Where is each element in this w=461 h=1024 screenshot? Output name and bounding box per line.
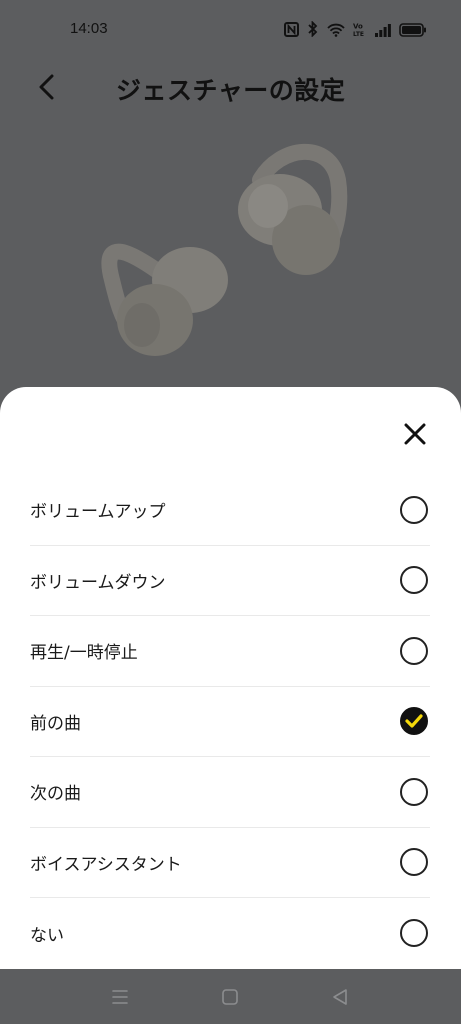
page-title: ジェスチャーの設定 xyxy=(116,76,346,105)
option-row[interactable]: 次の曲 xyxy=(30,757,430,828)
check-icon xyxy=(405,714,423,728)
nav-menu-button[interactable] xyxy=(108,985,132,1009)
radio-button[interactable] xyxy=(400,707,428,736)
radio-button[interactable] xyxy=(400,777,428,806)
close-icon xyxy=(404,423,426,445)
option-label: 再生/一時停止 xyxy=(30,643,138,664)
option-row[interactable]: 再生/一時停止 xyxy=(30,616,430,687)
radio-button[interactable] xyxy=(400,495,428,524)
svg-text:LTE: LTE xyxy=(353,31,364,37)
wifi-icon xyxy=(327,22,345,41)
signal-icon xyxy=(375,22,391,41)
left-earbud xyxy=(101,243,228,356)
earbuds-image xyxy=(101,143,348,356)
system-nav-bar xyxy=(0,969,461,1024)
close-button[interactable] xyxy=(400,419,430,449)
gesture-options-sheet: ボリュームアップ ボリュームダウン 再生/一時停止 前の曲 次の曲 ボイスアシス… xyxy=(0,387,461,969)
option-list: ボリュームアップ ボリュームダウン 再生/一時停止 前の曲 次の曲 ボイスアシス… xyxy=(30,475,430,969)
back-icon xyxy=(333,989,347,1005)
svg-text:Vo: Vo xyxy=(353,22,363,30)
volte-icon: Vo LTE xyxy=(353,22,367,41)
option-row[interactable]: ボリュームダウン xyxy=(30,546,430,616)
option-row[interactable]: ボイスアシスタント xyxy=(30,828,430,898)
radio-button[interactable] xyxy=(400,848,428,877)
home-icon xyxy=(222,989,238,1005)
nfc-icon xyxy=(284,21,299,41)
back-button[interactable] xyxy=(30,70,64,104)
nav-back-button[interactable] xyxy=(328,985,352,1009)
option-label: ない xyxy=(30,925,64,946)
nav-home-button[interactable] xyxy=(218,985,242,1009)
app-header: ジェスチャーの設定 xyxy=(0,60,461,116)
menu-icon xyxy=(112,990,128,1004)
status-icons: Vo LTE xyxy=(284,20,427,41)
option-row[interactable]: 前の曲 xyxy=(30,687,430,757)
status-bar: 14:03 Vo LTE xyxy=(0,0,461,60)
option-label: 前の曲 xyxy=(30,713,81,734)
option-label: ボリュームダウン xyxy=(30,572,166,593)
battery-icon xyxy=(399,22,427,41)
option-label: ボイスアシスタント xyxy=(30,854,182,875)
radio-button[interactable] xyxy=(400,636,428,665)
right-earbud xyxy=(238,143,348,275)
bluetooth-icon xyxy=(307,20,319,41)
status-time: 14:03 xyxy=(70,20,108,37)
radio-button[interactable] xyxy=(400,919,428,948)
option-row[interactable]: ない xyxy=(30,898,430,969)
option-label: 次の曲 xyxy=(30,784,81,805)
chevron-left-icon xyxy=(39,74,54,100)
option-label: ボリュームアップ xyxy=(30,502,166,523)
radio-button[interactable] xyxy=(400,566,428,595)
option-row[interactable]: ボリュームアップ xyxy=(30,475,430,546)
